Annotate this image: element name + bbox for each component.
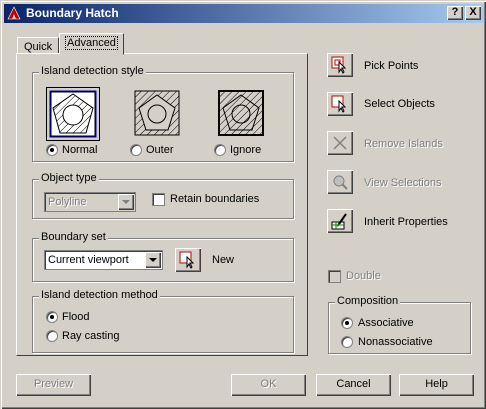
select-objects-icon <box>179 251 195 269</box>
normal-hatch-icon <box>49 90 97 138</box>
remove-islands-button[interactable] <box>327 131 353 155</box>
chevron-down-icon[interactable] <box>145 252 161 268</box>
flood-radio[interactable] <box>46 311 58 323</box>
outer-hatch-icon <box>134 90 180 136</box>
nonassociative-label: Nonassociative <box>358 336 433 348</box>
normal-label: Normal <box>62 144 98 156</box>
autocad-app-icon <box>7 6 21 20</box>
view-selections-button[interactable] <box>327 170 353 194</box>
boundary-set-legend: Boundary set <box>39 231 108 243</box>
normal-radio[interactable] <box>46 144 58 156</box>
tab-quick[interactable]: Quick <box>17 37 60 54</box>
select-objects-button[interactable] <box>327 92 353 116</box>
retain-boundaries-checkbox[interactable] <box>152 193 165 206</box>
associative-radio[interactable] <box>341 317 353 329</box>
close-title-button[interactable]: X <box>465 6 481 20</box>
island-detection-method-group: Island detection method <box>32 289 294 353</box>
object-type-legend: Object type <box>39 172 99 184</box>
remove-islands-icon <box>333 136 347 150</box>
paintbrush-icon <box>331 213 347 230</box>
select-objects-icon <box>331 95 347 113</box>
boundary-set-value: Current viewport <box>48 254 129 266</box>
cancel-button[interactable]: Cancel <box>316 374 391 396</box>
tab-advanced[interactable]: Advanced <box>59 33 124 55</box>
retain-boundaries-label: Retain boundaries <box>170 193 260 205</box>
boundary-hatch-dialog: Boundary Hatch ? X Quick Advanced Island… <box>0 0 486 409</box>
window-title: Boundary Hatch <box>26 6 119 20</box>
ray-casting-radio[interactable] <box>46 330 58 342</box>
title-bar[interactable]: Boundary Hatch ? X <box>4 4 484 23</box>
new-label: New <box>212 254 235 266</box>
double-label: Double <box>346 270 381 282</box>
normal-style-preview[interactable] <box>46 87 100 141</box>
magnifier-icon <box>333 175 348 190</box>
help-title-button[interactable]: ? <box>447 6 463 20</box>
object-type-value: Polyline <box>48 196 87 208</box>
object-type-combo[interactable]: Polyline <box>44 192 136 212</box>
ignore-radio[interactable] <box>214 144 226 156</box>
view-selections-label: View Selections <box>364 177 442 189</box>
pick-points-icon <box>331 56 347 74</box>
help-button[interactable]: Help <box>399 374 474 396</box>
island-detection-method-legend: Island detection method <box>39 289 160 301</box>
tab-advanced-label: Advanced <box>65 36 118 50</box>
boundary-set-combo[interactable]: Current viewport <box>44 250 163 270</box>
ignore-style-preview[interactable] <box>215 87 269 141</box>
remove-islands-label: Remove Islands <box>364 138 443 150</box>
tab-quick-label: Quick <box>24 41 53 53</box>
outer-radio[interactable] <box>130 144 142 156</box>
double-checkbox[interactable] <box>328 270 341 283</box>
select-objects-label: Select Objects <box>364 98 435 110</box>
ok-button[interactable]: OK <box>231 374 306 396</box>
outer-style-preview[interactable] <box>131 87 185 141</box>
composition-legend: Composition <box>335 295 401 307</box>
preview-button[interactable]: Preview <box>16 374 91 396</box>
ignore-label: Ignore <box>230 144 262 156</box>
island-detection-style-legend: Island detection style <box>39 65 146 77</box>
new-boundary-set-button[interactable] <box>175 248 201 272</box>
chevron-down-icon[interactable] <box>118 194 134 210</box>
associative-label: Associative <box>358 317 414 329</box>
flood-label: Flood <box>62 311 90 323</box>
pick-points-button[interactable] <box>327 53 353 77</box>
inherit-properties-label: Inherit Properties <box>364 216 448 228</box>
nonassociative-radio[interactable] <box>341 336 353 348</box>
pick-points-label: Pick Points <box>364 60 419 72</box>
inherit-properties-button[interactable] <box>327 209 353 233</box>
ignore-hatch-icon <box>218 90 264 136</box>
outer-label: Outer <box>146 144 174 156</box>
ray-casting-label: Ray casting <box>62 330 120 342</box>
